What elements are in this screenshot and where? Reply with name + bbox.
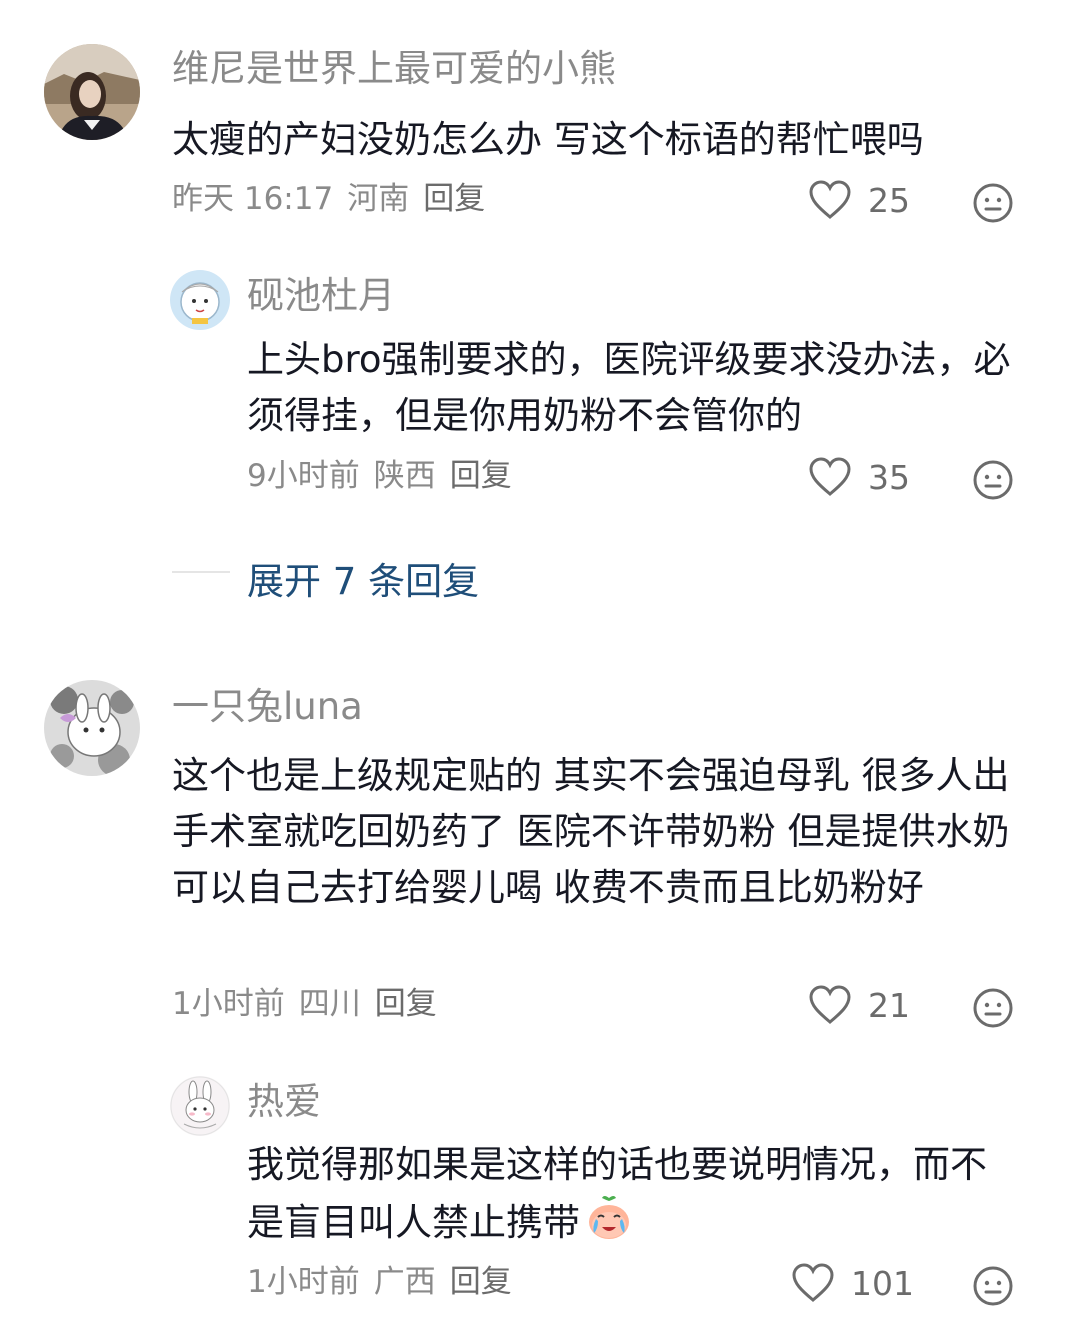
reply-button[interactable]: 回复 [450, 1264, 512, 1300]
comment-location: 河南 [347, 181, 410, 217]
comment-text: 太瘦的产妇没奶怎么办 写这个标语的帮忙喂吗 [172, 118, 924, 161]
reply-button[interactable]: 回复 [375, 986, 437, 1022]
heart-outline-icon [809, 457, 851, 496]
reply-username[interactable]: 热爱 [247, 1083, 321, 1120]
heart-outline-icon [792, 1263, 834, 1302]
reply-text: 我觉得那如果是这样的话也要说明情况，而不是盲目叫人禁止携带 [247, 1137, 1007, 1251]
reply-button[interactable]: 回复 [450, 458, 512, 494]
like-count: 101 [851, 1263, 914, 1303]
comment-time: 1小时前 [172, 986, 285, 1022]
avatar[interactable] [170, 270, 230, 330]
dislike-button[interactable] [972, 182, 1014, 228]
like-count: 21 [868, 985, 910, 1025]
neutral-face-icon [973, 1266, 1013, 1306]
like-button[interactable]: 25 [808, 180, 910, 220]
neutral-face-icon [973, 988, 1013, 1028]
avatar[interactable] [44, 680, 140, 776]
comment-username[interactable]: 维尼是世界上最可爱的小熊 [172, 50, 616, 87]
avatar[interactable] [170, 1076, 230, 1136]
heart-outline-icon [809, 180, 851, 219]
comment-meta: 昨天 16:17 河南 回复 [172, 184, 499, 215]
dislike-button[interactable] [972, 1265, 1014, 1311]
reply-button[interactable]: 回复 [423, 181, 485, 217]
comment-username[interactable]: 一只兔luna [172, 688, 363, 725]
crying-peach-emoji [589, 1196, 629, 1239]
like-count: 35 [868, 457, 910, 497]
comment-location: 四川 [298, 986, 361, 1022]
neutral-face-icon [973, 183, 1013, 223]
like-button[interactable]: 21 [808, 985, 910, 1025]
comment-time: 昨天 16:17 [172, 181, 334, 217]
dislike-button[interactable] [972, 987, 1014, 1033]
like-button[interactable]: 101 [791, 1263, 914, 1303]
neutral-face-icon [973, 460, 1013, 500]
reply-meta: 9小时前 陕西 回复 [247, 461, 526, 492]
like-button[interactable]: 35 [808, 457, 910, 497]
reply-text: 上头bro强制要求的，医院评级要求没办法，必须得挂，但是你用奶粉不会管你的 [247, 338, 1011, 437]
avatar[interactable] [44, 44, 140, 140]
reply-time: 1小时前 [247, 1264, 360, 1300]
reply-location: 陕西 [373, 458, 436, 494]
reply-time: 9小时前 [247, 458, 360, 494]
comment-meta: 1小时前 四川 回复 [172, 989, 451, 1020]
reply-username[interactable]: 砚池杜月 [247, 277, 395, 314]
reply-meta: 1小时前 广西 回复 [247, 1267, 526, 1298]
expand-replies-link[interactable]: 展开 7 条回复 [247, 551, 479, 605]
comment-text: 这个也是上级规定贴的 其实不会强迫母乳 很多人出手术室就吃回奶药了 医院不许带奶… [172, 754, 1010, 909]
heart-outline-icon [809, 985, 851, 1024]
dislike-button[interactable] [972, 459, 1014, 505]
reply-location: 广西 [373, 1264, 436, 1300]
expand-divider [172, 571, 230, 573]
like-count: 25 [868, 180, 910, 220]
